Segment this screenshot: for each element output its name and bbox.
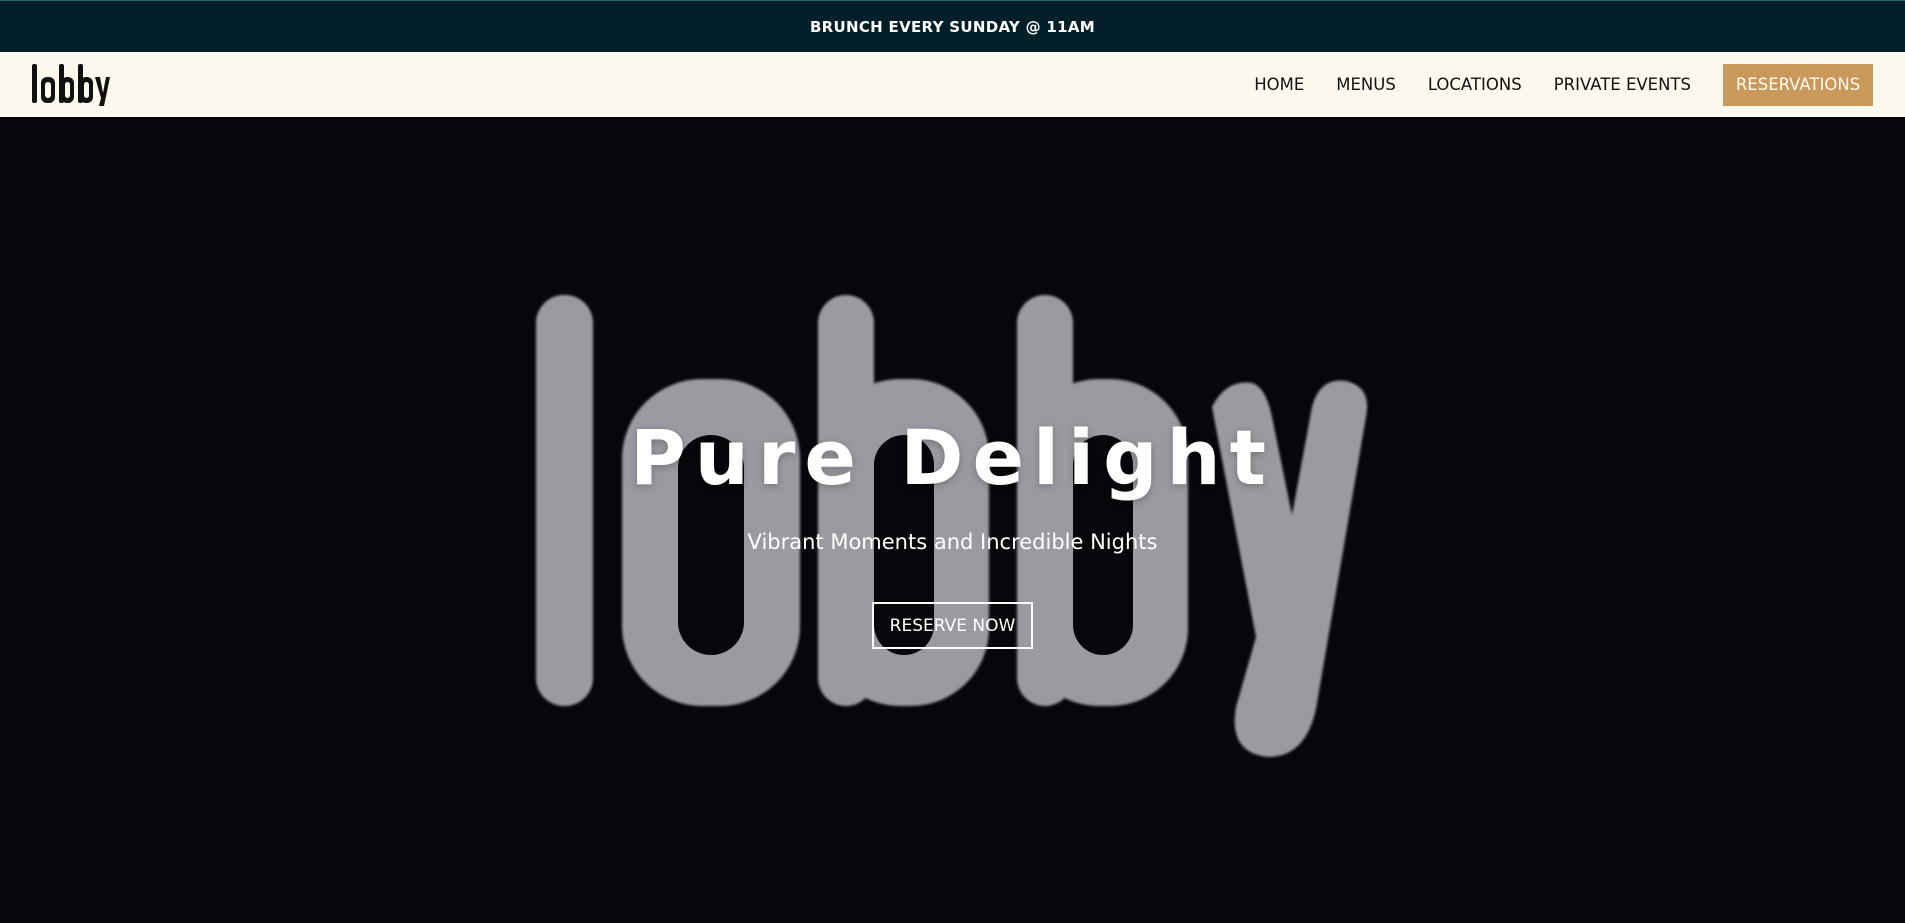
nav-item-menus[interactable]: MENUS [1336, 75, 1396, 94]
hero-section: Pure Delight Vibrant Moments and Incredi… [0, 117, 1905, 923]
site-logo[interactable] [30, 60, 110, 108]
nav-item-home[interactable]: HOME [1254, 75, 1304, 94]
lobby-logo-mark [32, 64, 110, 106]
hero-title: Pure Delight [630, 413, 1275, 502]
nav-item-private-events[interactable]: PRIVATE EVENTS [1554, 75, 1691, 94]
site-header: HOME MENUS LOCATIONS PRIVATE EVENTS RESE… [0, 52, 1905, 117]
reservations-button[interactable]: RESERVATIONS [1723, 63, 1873, 106]
reserve-now-button[interactable]: RESERVE NOW [872, 602, 1033, 649]
nav-item-locations[interactable]: LOCATIONS [1428, 75, 1522, 94]
announcement-bar: BRUNCH EVERY SUNDAY @ 11AM [0, 0, 1905, 52]
announcement-text: BRUNCH EVERY SUNDAY @ 11AM [809, 17, 1096, 36]
hero-subtitle: Vibrant Moments and Incredible Nights [747, 530, 1158, 554]
hero-content: Pure Delight Vibrant Moments and Incredi… [0, 117, 1905, 923]
main-nav: HOME MENUS LOCATIONS PRIVATE EVENTS RESE… [1254, 52, 1905, 117]
